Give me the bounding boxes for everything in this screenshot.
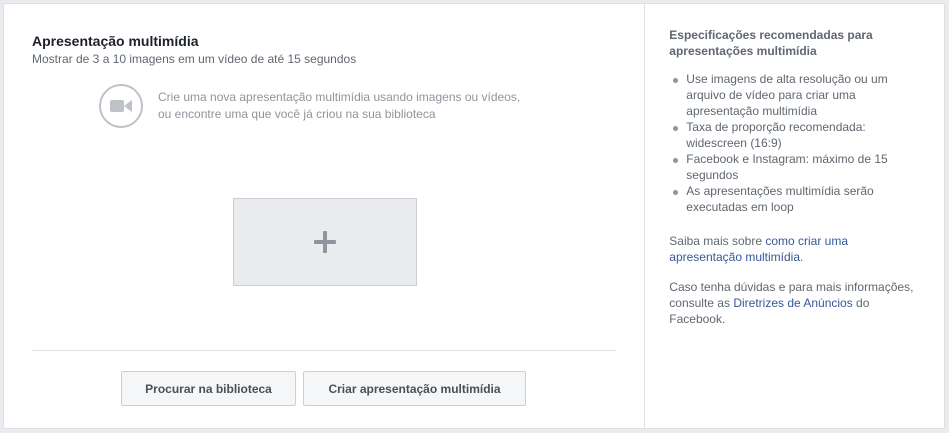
intro-text: Crie uma nova apresentação multimídia us…: [158, 89, 548, 123]
page-title: Apresentação multimídia: [32, 33, 199, 49]
create-slideshow-button[interactable]: Criar apresentação multimídia: [303, 371, 526, 406]
list-item: Taxa de proporção recomendada: widescree…: [669, 119, 920, 151]
bullet-dot: [673, 190, 679, 195]
bullet-dot: [673, 78, 679, 83]
video-camera-icon: [99, 84, 143, 128]
slideshow-dialog: Apresentação multimídia Mostrar de 3 a 1…: [3, 3, 945, 429]
help-text: Caso tenha dúvidas e para mais informaçõ…: [669, 280, 914, 326]
main-panel: Apresentação multimídia Mostrar de 3 a 1…: [4, 4, 644, 428]
learn-more-text: Saiba mais sobre como criar uma apresent…: [669, 234, 849, 264]
page-subtitle: Mostrar de 3 a 10 imagens em um vídeo de…: [32, 52, 357, 66]
spec-list: Use imagens de alta resolução ou um arqu…: [669, 71, 920, 215]
specs-sidebar: Especificações recomendadas para apresen…: [644, 4, 944, 428]
plus-icon: [314, 231, 336, 253]
list-item: Facebook e Instagram: máximo de 15 segun…: [669, 151, 920, 183]
intro-line-1: Crie uma nova apresentação multimídia us…: [158, 90, 521, 104]
list-item: As apresentações multimídia serão execut…: [669, 183, 920, 215]
add-media-tile[interactable]: [233, 198, 417, 286]
ad-guidelines-link[interactable]: Diretrizes de Anúncios: [733, 296, 852, 310]
browse-library-button[interactable]: Procurar na biblioteca: [121, 371, 296, 406]
list-item: Use imagens de alta resolução ou um arqu…: [669, 71, 920, 119]
intro-line-2: ou encontre uma que você já criou na sua…: [158, 107, 436, 121]
bullet-dot: [673, 126, 679, 131]
specs-heading: Especificações recomendadas para apresen…: [669, 28, 873, 58]
bullet-dot: [673, 158, 679, 163]
intro-block: Crie uma nova apresentação multimídia us…: [99, 84, 548, 128]
divider: [32, 350, 616, 351]
